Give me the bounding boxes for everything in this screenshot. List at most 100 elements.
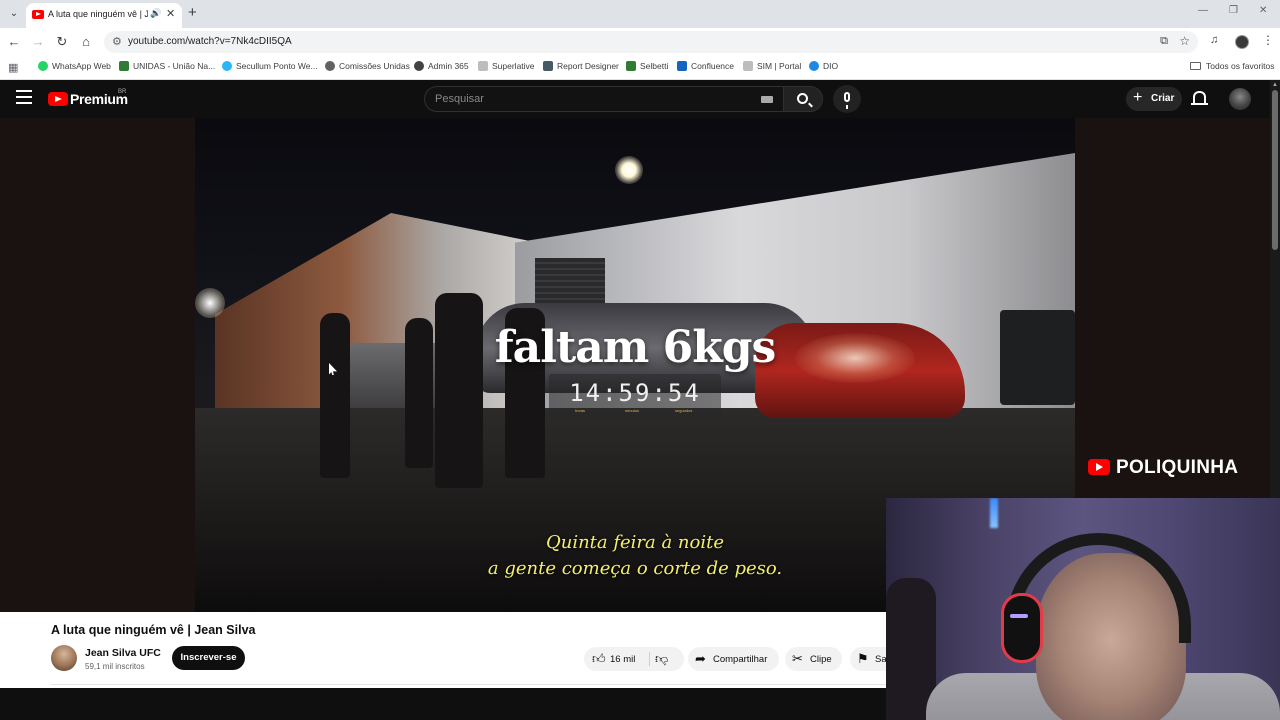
like-dislike-group: 👍︎ 16 mil 👎︎ — [584, 647, 684, 671]
folder-icon — [1190, 62, 1201, 70]
back-arrow-icon[interactable]: ← — [6, 34, 22, 49]
create-button[interactable]: + Criar — [1126, 87, 1182, 111]
bookmark-secullum[interactable]: Secullum Ponto We... — [222, 61, 318, 71]
account-avatar[interactable] — [1229, 88, 1251, 110]
selbetti-icon — [626, 61, 636, 71]
bookmark-icon: ⚑ — [857, 651, 869, 666]
bookmark-comissoes[interactable]: Comissões Unidas — [325, 61, 410, 71]
bookmark-admin365[interactable]: Admin 365 — [414, 61, 469, 71]
home-icon[interactable]: ⌂ — [78, 34, 94, 49]
video-info-section: A luta que ninguém vê | Jean Silva Jean … — [0, 612, 910, 688]
install-app-icon[interactable]: ⧉ — [1160, 35, 1168, 48]
minimize-icon[interactable]: — — [1198, 5, 1208, 16]
apps-grid-icon[interactable]: ▦ — [8, 61, 18, 74]
clip-label: Clipe — [810, 654, 832, 665]
voice-search-button[interactable] — [833, 85, 861, 113]
share-button[interactable]: ➦ Compartilhar — [688, 647, 779, 671]
channel-name[interactable]: Jean Silva UFC — [85, 647, 161, 659]
window-close-icon[interactable]: ✕ — [1259, 5, 1267, 16]
page-scrollbar[interactable]: ▲ — [1270, 80, 1280, 498]
bookmark-selbetti[interactable]: Selbetti — [626, 61, 668, 71]
bookmark-unidas[interactable]: UNIDAS - União Na... — [119, 61, 215, 71]
webcam-overlay — [886, 498, 1280, 720]
tab-search-chevron-icon[interactable]: ⌄ — [6, 6, 22, 22]
video-scene-wall-lamp — [195, 288, 225, 318]
bookmark-label: Selbetti — [640, 61, 669, 71]
reload-icon[interactable]: ↻ — [54, 34, 70, 50]
keyboard-icon[interactable] — [761, 96, 773, 103]
bookmark-dio[interactable]: DIO — [809, 61, 838, 71]
confluence-icon — [677, 61, 687, 71]
all-bookmarks-label: Todos os favoritos — [1206, 61, 1275, 71]
notifications-bell-icon[interactable] — [1191, 91, 1208, 105]
bookmark-superlative[interactable]: Superlative — [478, 61, 535, 71]
like-divider — [649, 652, 650, 666]
hamburger-menu-icon[interactable] — [16, 90, 32, 104]
audio-playing-icon[interactable]: 🔊 — [150, 8, 161, 19]
youtube-masthead: Premium BR Pesquisar + Criar — [0, 80, 1270, 118]
bookmark-label: SIM | Portal — [757, 61, 802, 71]
unidas-icon — [119, 61, 129, 71]
restore-icon[interactable]: ❐ — [1229, 5, 1238, 16]
bookmark-confluence[interactable]: Confluence — [677, 61, 734, 71]
watermark-youtube-icon — [1088, 459, 1110, 475]
url-text[interactable]: youtube.com/watch?v=7Nk4cDII5QA — [128, 36, 292, 47]
like-count[interactable]: 16 mil — [610, 654, 635, 665]
browser-profile-avatar[interactable] — [1235, 35, 1249, 49]
superlative-icon — [478, 61, 488, 71]
scissors-icon: ✂ — [792, 651, 803, 666]
video-title: A luta que ninguém vê | Jean Silva — [51, 623, 256, 637]
bookmark-label: Confluence — [691, 61, 735, 71]
countdown-label-seconds: segundos — [675, 408, 693, 413]
search-input[interactable]: Pesquisar — [424, 86, 784, 112]
browser-menu-icon[interactable]: ⋮ — [1262, 33, 1274, 47]
plus-icon: + — [1133, 89, 1143, 106]
forward-arrow-icon[interactable]: → — [30, 34, 46, 49]
all-bookmarks-folder[interactable]: Todos os favoritos — [1190, 61, 1275, 71]
search-button[interactable] — [783, 86, 823, 112]
page-lower-area — [0, 688, 886, 720]
bookmark-label: WhatsApp Web — [52, 61, 111, 71]
clip-button[interactable]: ✂ Clipe — [785, 647, 842, 671]
tab-title: A luta que ninguém vê | Jean Silva — [48, 9, 148, 19]
scrollbar-thumb[interactable] — [1272, 90, 1278, 250]
bookmark-report-designer[interactable]: Report Designer — [543, 61, 619, 71]
webcam-background-led-light — [990, 498, 998, 528]
dislike-thumbs-down-icon[interactable]: 👎︎ — [655, 651, 668, 667]
share-arrow-icon: ➦ — [695, 651, 706, 666]
bookmark-star-icon[interactable]: ☆ — [1179, 34, 1190, 48]
youtube-logo-icon[interactable] — [48, 92, 68, 106]
countdown-value: 14:59:54 — [569, 379, 701, 407]
comissoes-icon — [325, 61, 335, 71]
subscriber-count: 59,1 mil inscritos — [85, 662, 145, 671]
video-scene-streetlight — [615, 156, 643, 184]
address-bar[interactable]: ⚙ youtube.com/watch?v=7Nk4cDII5QA ⧉ ☆ — [104, 31, 1198, 53]
secullum-icon — [222, 61, 232, 71]
webcam-headset-earcup — [1001, 593, 1043, 663]
browser-toolbar: ← → ↻ ⌂ ⚙ youtube.com/watch?v=7Nk4cDII5Q… — [0, 28, 1280, 56]
bookmark-whatsapp[interactable]: WhatsApp Web — [38, 61, 111, 71]
channel-avatar[interactable] — [51, 645, 77, 671]
like-thumbs-up-icon[interactable]: 👍︎ — [592, 651, 606, 667]
browser-tab-active[interactable]: A luta que ninguém vê | Jean Silva 🔊 ✕ — [26, 3, 182, 28]
media-controls-icon[interactable]: ♫ — [1210, 34, 1218, 46]
bookmark-label: Comissões Unidas — [339, 61, 410, 71]
new-tab-plus-icon[interactable]: + — [188, 4, 197, 21]
video-overlay-title: faltam 6kgs — [494, 322, 777, 373]
subscribe-button[interactable]: Inscrever-se — [172, 646, 245, 670]
countdown-timer: 14:59:54 horas minutos segundos — [549, 374, 721, 420]
bookmark-label: Report Designer — [557, 61, 619, 71]
bookmark-label: Superlative — [492, 61, 535, 71]
youtube-favicon-icon — [32, 10, 44, 19]
tab-close-icon[interactable]: ✕ — [166, 7, 175, 20]
bookmark-label: DIO — [823, 61, 839, 71]
site-info-icon[interactable]: ⚙ — [112, 35, 122, 48]
bookmark-sim-portal[interactable]: SIM | Portal — [743, 61, 801, 71]
scroll-up-arrow-icon[interactable]: ▲ — [1272, 82, 1278, 88]
dio-icon — [809, 61, 819, 71]
microphone-icon — [844, 92, 850, 109]
countdown-label-hours: horas — [575, 408, 586, 413]
countdown-label-minutes: minutos — [625, 408, 640, 413]
admin365-icon — [414, 61, 424, 71]
bookmark-label: Secullum Ponto We... — [236, 61, 318, 71]
